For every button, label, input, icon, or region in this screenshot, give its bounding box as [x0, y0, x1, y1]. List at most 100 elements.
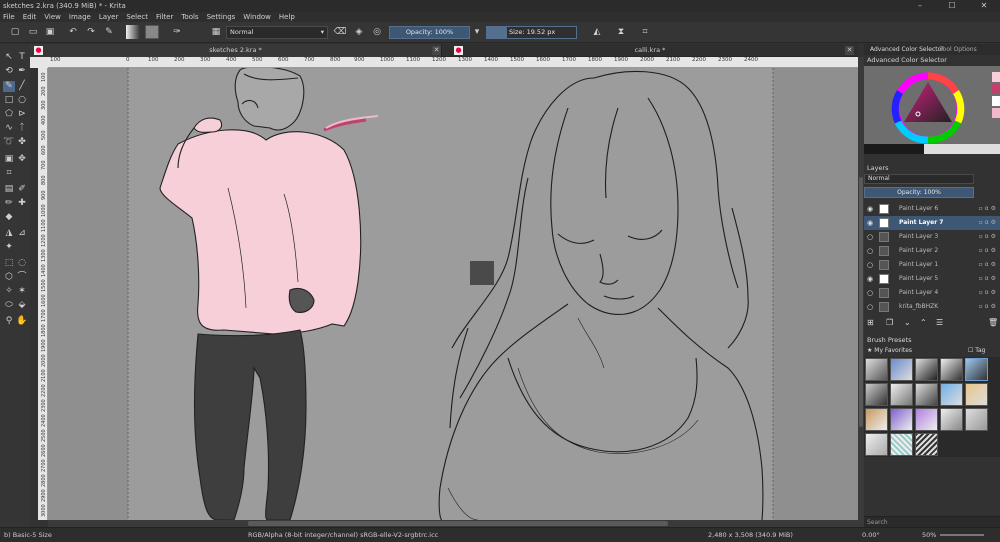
move-down-icon[interactable]: ⌄ — [904, 318, 911, 327]
move-tool-icon[interactable]: ✥ — [16, 154, 28, 165]
menu-view[interactable]: View — [44, 13, 61, 21]
brush-preset-icon[interactable]: ✑ — [170, 25, 184, 39]
freehand-brush-icon[interactable]: ✎ — [3, 81, 15, 92]
zoom-tool-icon[interactable]: ⚲ — [3, 316, 15, 327]
ellipse-select-icon[interactable]: ◌ — [16, 258, 28, 269]
layer-lock-icon[interactable]: ▫α⚙ — [979, 300, 998, 314]
undo-icon[interactable]: ↶ — [66, 25, 80, 39]
edit-shapes-icon[interactable]: ⟲ — [3, 66, 15, 77]
brush-preset[interactable] — [940, 408, 963, 431]
menu-filter[interactable]: Filter — [156, 13, 173, 21]
add-layer-icon[interactable]: ⊞ — [867, 318, 874, 327]
layer-lock-icon[interactable]: ▫α⚙ — [979, 216, 998, 230]
tab-calli-close[interactable]: ✕ — [845, 46, 854, 55]
color-wheel[interactable] — [864, 66, 1000, 154]
brush-preset[interactable] — [865, 383, 888, 406]
brush-preset[interactable] — [965, 408, 988, 431]
bezier-tool-icon[interactable]: ∿ — [3, 123, 15, 134]
brush-preset[interactable] — [890, 358, 913, 381]
menu-help[interactable]: Help — [279, 13, 295, 21]
eye-icon[interactable]: ◉ — [867, 202, 875, 216]
brush-preset[interactable] — [865, 408, 888, 431]
save-icon[interactable]: ▣ — [43, 25, 57, 39]
close-window-button[interactable]: ✕ — [968, 0, 1000, 12]
crop-canvas-icon[interactable]: ⌗ — [638, 25, 652, 39]
layer-row[interactable]: ○ krita_fbBHZK ▫α⚙ — [864, 300, 1000, 314]
move-up-icon[interactable]: ⌃ — [920, 318, 927, 327]
layer-lock-icon[interactable]: ▫α⚙ — [979, 202, 998, 216]
blend-mode-select[interactable]: Normal ▾ — [226, 26, 328, 39]
eye-hidden-icon[interactable]: ○ — [867, 258, 875, 272]
new-document-icon[interactable]: ▢ — [8, 25, 22, 39]
text-tool-icon[interactable]: T — [16, 52, 28, 63]
brush-preset-active[interactable] — [965, 358, 988, 381]
tab-sketches[interactable]: sketches 2.kra * — [30, 44, 442, 57]
menu-layer[interactable]: Layer — [99, 13, 119, 21]
brush-preset[interactable] — [915, 358, 938, 381]
brush-preset[interactable] — [890, 383, 913, 406]
menu-window[interactable]: Window — [243, 13, 271, 21]
layer-lock-icon[interactable]: ▫α⚙ — [979, 272, 998, 286]
open-document-icon[interactable]: ▭ — [26, 25, 40, 39]
tab-tool-options[interactable]: Tool Options — [940, 46, 977, 53]
tag-button[interactable]: ☐ Tag — [968, 347, 985, 354]
layer-properties-icon[interactable]: ☰ — [936, 318, 943, 327]
horizontal-ruler[interactable]: 100 0 100 200 300 400 500 600 700 800 90… — [48, 57, 858, 68]
scroll-thumb[interactable] — [248, 521, 668, 526]
layer-lock-icon[interactable]: ▫α⚙ — [979, 258, 998, 272]
menu-file[interactable]: File — [3, 13, 15, 21]
dynamic-brush-icon[interactable]: ➰ — [3, 137, 15, 148]
opacity-reset-icon[interactable]: ▾ — [473, 25, 481, 39]
opacity-slider[interactable]: Opacity: 100% — [389, 26, 470, 39]
assistant-tool-icon[interactable]: ◮ — [3, 228, 15, 239]
vertical-ruler[interactable]: 100 200 300 400 500 600 700 800 900 1000… — [38, 68, 48, 520]
layer-row[interactable]: ◉ Paint Layer 7 ▫α⚙ — [864, 216, 1000, 230]
brush-preset[interactable] — [965, 383, 988, 406]
reference-tool-icon[interactable]: ✦ — [3, 242, 15, 253]
pan-tool-icon[interactable]: ✋ — [16, 316, 28, 327]
menu-tools[interactable]: Tools — [181, 13, 198, 21]
brush-status[interactable]: b) Basic-5 Size — [4, 531, 52, 539]
duplicate-layer-icon[interactable]: ❐ — [886, 318, 893, 327]
menu-settings[interactable]: Settings — [207, 13, 236, 21]
smart-patch-icon[interactable]: ✚ — [16, 198, 28, 209]
rotation-status[interactable]: 0.00° — [862, 531, 880, 539]
wrap-around-icon[interactable]: ◎ — [370, 25, 384, 39]
edit-brush-icon[interactable]: ✎ — [102, 25, 116, 39]
colorize-mask-icon[interactable]: ✏ — [3, 198, 15, 209]
scroll-thumb[interactable] — [859, 177, 863, 427]
mirror-vertical-icon[interactable]: ⧗ — [614, 25, 628, 39]
line-tool-icon[interactable]: ╱ — [16, 81, 28, 92]
brush-preset[interactable] — [890, 408, 913, 431]
preserve-alpha-icon[interactable]: ◈ — [352, 25, 366, 39]
layer-blend-select[interactable]: Normal — [864, 174, 974, 184]
layer-row[interactable]: ◉ Paint Layer 6 ▫α⚙ — [864, 202, 1000, 216]
horizontal-scrollbar[interactable] — [48, 520, 858, 527]
ellipse-tool-icon[interactable]: ○ — [16, 95, 28, 106]
layer-lock-icon[interactable]: ▫α⚙ — [979, 230, 998, 244]
layer-row[interactable]: ○ Paint Layer 2 ▫α⚙ — [864, 244, 1000, 258]
tab-sketches-close[interactable]: ✕ — [432, 46, 441, 55]
size-slider[interactable]: Size: 19.52 px — [486, 26, 577, 39]
tab-color-selector[interactable]: Advanced Color Selector — [870, 46, 944, 53]
bezier-select-icon[interactable]: ⬭ — [3, 300, 15, 311]
gradient-tool-icon[interactable]: ▤ — [3, 184, 15, 195]
eye-hidden-icon[interactable]: ○ — [867, 230, 875, 244]
multibrush-icon[interactable]: ✤ — [16, 137, 28, 148]
similar-select-icon[interactable]: ✶ — [16, 286, 28, 297]
brush-preset[interactable] — [940, 383, 963, 406]
brush-preset[interactable] — [865, 358, 888, 381]
maximize-button[interactable]: ☐ — [936, 0, 968, 12]
layer-lock-icon[interactable]: ▫α⚙ — [979, 286, 998, 300]
brush-preset[interactable] — [915, 433, 938, 456]
color-selector-panel[interactable] — [864, 66, 1000, 154]
eye-hidden-icon[interactable]: ○ — [867, 286, 875, 300]
drawing-canvas[interactable] — [48, 68, 858, 520]
menu-select[interactable]: Select — [126, 13, 148, 21]
redo-icon[interactable]: ↷ — [84, 25, 98, 39]
magnetic-select-icon[interactable]: ⬙ — [16, 300, 28, 311]
polyline-tool-icon[interactable]: ⊳ — [16, 109, 28, 120]
eraser-mode-icon[interactable]: ⌫ — [333, 25, 347, 39]
eye-hidden-icon[interactable]: ○ — [867, 300, 875, 314]
tab-calli[interactable]: calli.kra * — [442, 44, 858, 57]
